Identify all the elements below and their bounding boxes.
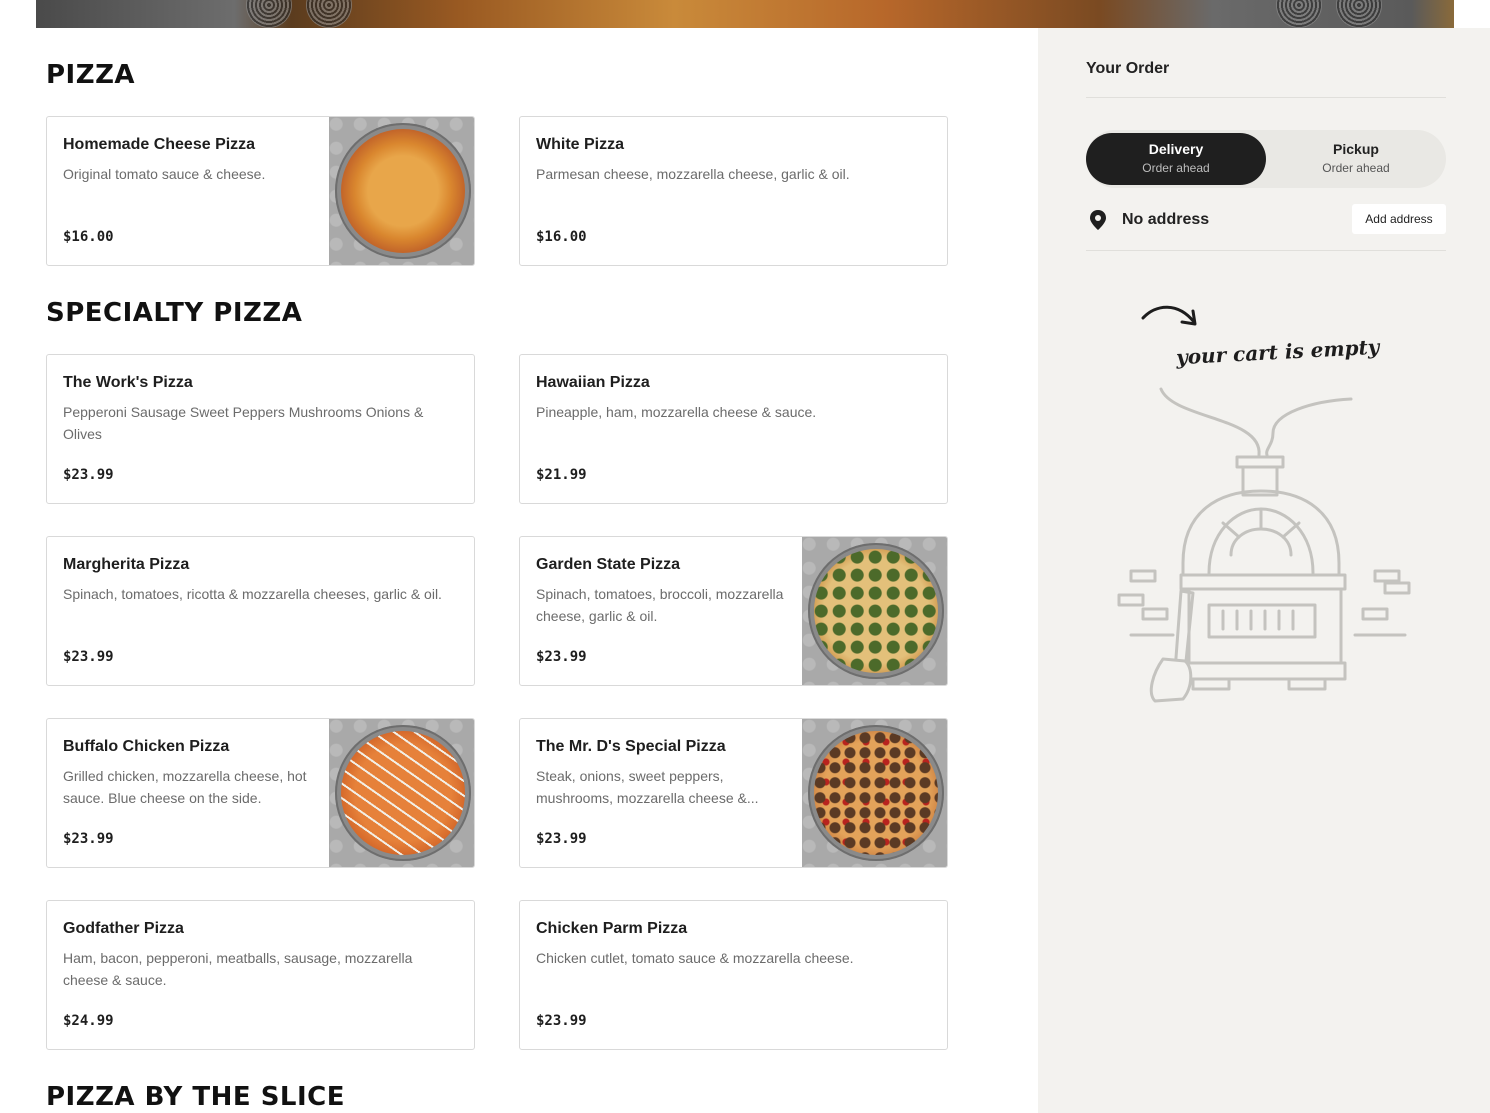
item-price: $23.99 xyxy=(536,649,587,665)
menu-column: PIZZA Homemade Cheese Pizza Original tom… xyxy=(0,28,1038,1113)
empty-cart-text: your cart is empty xyxy=(1175,334,1380,370)
hero-pattern xyxy=(246,0,292,28)
item-name: Godfather Pizza xyxy=(63,920,184,937)
address-text: No address xyxy=(1122,211,1210,228)
item-name: The Work's Pizza xyxy=(63,374,193,391)
location-pin-icon xyxy=(1090,210,1106,230)
hero-banner-image xyxy=(36,0,1454,28)
item-price: $23.99 xyxy=(63,831,114,847)
item-price: $23.99 xyxy=(536,1013,587,1029)
delivery-sublabel: Order ahead xyxy=(1142,161,1210,175)
divider xyxy=(1086,97,1446,98)
delivery-label: Delivery xyxy=(1148,141,1204,157)
item-description: Pepperoni Sausage Sweet Peppers Mushroom… xyxy=(63,404,424,442)
item-price: $16.00 xyxy=(536,229,587,245)
item-price: $21.99 xyxy=(536,467,587,483)
add-address-button[interactable]: Add address xyxy=(1352,204,1446,234)
pickup-option[interactable]: Pickup Order ahead xyxy=(1266,133,1446,185)
menu-item-card[interactable]: Garden State Pizza Spinach, tomatoes, br… xyxy=(519,536,948,686)
item-description: Original tomato sauce & cheese. xyxy=(63,166,266,182)
menu-item-card[interactable]: Buffalo Chicken Pizza Grilled chicken, m… xyxy=(46,718,475,868)
menu-item-card[interactable]: Margherita Pizza Spinach, tomatoes, rico… xyxy=(46,536,475,686)
menu-item-card[interactable]: White Pizza Parmesan cheese, mozzarella … xyxy=(519,116,948,266)
item-name: The Mr. D's Special Pizza xyxy=(536,738,726,755)
menu-item-card[interactable]: The Work's Pizza Pepperoni Sausage Sweet… xyxy=(46,354,475,504)
menu-item-card[interactable]: Hawaiian Pizza Pineapple, ham, mozzarell… xyxy=(519,354,948,504)
hero-pattern xyxy=(1336,0,1382,28)
section-title-slice: PIZZA BY THE SLICE xyxy=(46,1082,345,1112)
item-description: Spinach, tomatoes, ricotta & mozzarella … xyxy=(63,586,442,602)
item-name: Garden State Pizza xyxy=(536,556,681,573)
section-title-pizza: PIZZA xyxy=(46,60,136,90)
buffalo-pizza-photo xyxy=(329,719,474,867)
item-description: Chicken cutlet, tomato sauce & mozzarell… xyxy=(536,950,854,966)
menu-item-card[interactable]: Godfather Pizza Ham, bacon, pepperoni, m… xyxy=(46,900,475,1050)
pizza-oven-illustration xyxy=(1117,387,1411,703)
order-sidebar: Your Order Delivery Order ahead Pickup O… xyxy=(1038,28,1490,1113)
pickup-label: Pickup xyxy=(1333,141,1379,157)
garden-pizza-photo xyxy=(802,537,947,685)
delivery-option[interactable]: Delivery Order ahead xyxy=(1086,133,1266,185)
item-description: Pineapple, ham, mozzarella cheese & sauc… xyxy=(536,404,817,420)
item-name: Hawaiian Pizza xyxy=(536,374,650,391)
hero-pattern xyxy=(306,0,352,28)
menu-item-card[interactable]: Chicken Parm Pizza Chicken cutlet, tomat… xyxy=(519,900,948,1050)
section-title-specialty: SPECIALTY PIZZA xyxy=(46,298,303,328)
item-price: $23.99 xyxy=(536,831,587,847)
special-pizza-photo xyxy=(802,719,947,867)
item-description: Parmesan cheese, mozzarella cheese, garl… xyxy=(536,166,850,182)
curved-arrow-icon xyxy=(1141,305,1197,326)
item-price: $23.99 xyxy=(63,649,114,665)
item-name: Buffalo Chicken Pizza xyxy=(63,738,230,755)
menu-item-card[interactable]: Homemade Cheese Pizza Original tomato sa… xyxy=(46,116,475,266)
order-title: Your Order xyxy=(1086,60,1170,77)
item-description: Ham, bacon, pepperoni, meatballs, sausag… xyxy=(63,950,413,988)
item-name: Chicken Parm Pizza xyxy=(536,920,688,937)
item-price: $23.99 xyxy=(63,467,114,483)
menu-item-card[interactable]: The Mr. D's Special Pizza Steak, onions,… xyxy=(519,718,948,868)
item-name: White Pizza xyxy=(536,136,625,153)
fulfillment-toggle: Delivery Order ahead Pickup Order ahead xyxy=(1086,130,1446,188)
hero-pattern xyxy=(1276,0,1322,28)
item-description: Steak, onions, sweet peppers, mushrooms,… xyxy=(536,768,759,806)
divider xyxy=(1086,250,1446,251)
address-row: No address Add address xyxy=(1086,204,1446,236)
item-description: Spinach, tomatoes, broccoli, mozzarella … xyxy=(536,586,784,624)
item-name: Homemade Cheese Pizza xyxy=(63,136,256,153)
pickup-sublabel: Order ahead xyxy=(1322,161,1390,175)
item-name: Margherita Pizza xyxy=(63,556,190,573)
cheese-pizza-photo xyxy=(329,117,474,265)
item-price: $16.00 xyxy=(63,229,114,245)
item-price: $24.99 xyxy=(63,1013,114,1029)
item-description: Grilled chicken, mozzarella cheese, hot … xyxy=(63,768,307,806)
